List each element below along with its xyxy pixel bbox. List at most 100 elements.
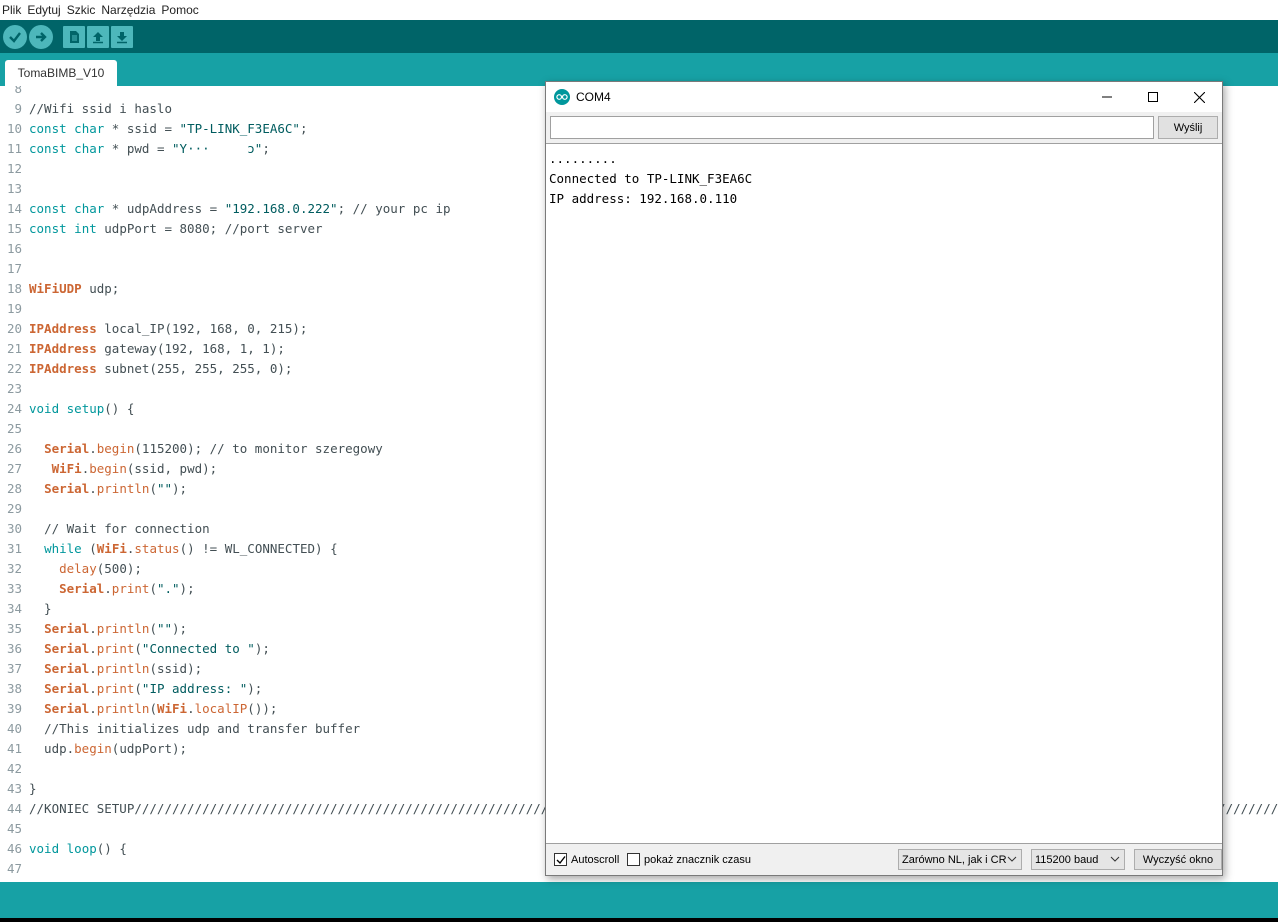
autoscroll-checkbox[interactable] xyxy=(554,853,567,866)
line-number: 38 xyxy=(6,680,22,696)
code-text: IPAddress subnet(255, 255, 255, 0); xyxy=(29,360,293,376)
line-number: 23 xyxy=(6,380,22,396)
line-number: 43 xyxy=(6,780,22,796)
send-button[interactable]: Wyślij xyxy=(1158,116,1218,139)
line-number: 17 xyxy=(6,260,22,276)
code-text: } xyxy=(29,600,52,616)
line-number: 39 xyxy=(6,700,22,716)
line-number: 42 xyxy=(6,760,22,776)
tab-sketch[interactable]: TomaBIMB_V10 xyxy=(5,60,117,86)
arrow-up-icon xyxy=(93,31,103,43)
line-number: 36 xyxy=(6,640,22,656)
line-number: 33 xyxy=(6,580,22,596)
line-number: 32 xyxy=(6,560,22,576)
menu-item-tools[interactable]: Narzędzia xyxy=(101,3,159,17)
autoscroll-label: Autoscroll xyxy=(571,853,620,866)
line-number: 21 xyxy=(6,340,22,356)
maximize-button[interactable] xyxy=(1130,82,1176,112)
line-number: 16 xyxy=(6,240,22,256)
line-ending-value: Zarówno NL, jak i CR xyxy=(902,853,1007,866)
serial-monitor-window: COM4 Wyślij ......... Connected to TP-LIN… xyxy=(545,81,1223,876)
line-number: 45 xyxy=(6,820,22,836)
code-text: } xyxy=(29,780,37,796)
menu-item-sketch[interactable]: Szkic xyxy=(67,3,100,17)
line-number: 12 xyxy=(6,160,22,176)
status-bar xyxy=(0,882,1278,918)
line-number: 26 xyxy=(6,440,22,456)
timestamp-toggle[interactable]: pokaż znacznik czasu xyxy=(627,853,751,866)
line-number: 20 xyxy=(6,320,22,336)
document-icon xyxy=(70,30,79,43)
code-text: Serial.print("."); xyxy=(59,580,195,596)
baud-rate-select[interactable]: 115200 baud xyxy=(1031,849,1125,870)
code-text: Serial.print("Connected to "); xyxy=(44,640,270,656)
arrow-down-icon xyxy=(117,31,127,43)
code-text: Serial.println(""); xyxy=(44,620,188,636)
code-text: const int udpPort = 8080; //port server xyxy=(29,220,323,236)
code-text: void setup() { xyxy=(29,400,135,416)
close-button[interactable] xyxy=(1176,82,1222,112)
line-number: 22 xyxy=(6,360,22,376)
timestamp-checkbox[interactable] xyxy=(627,853,640,866)
line-number: 24 xyxy=(6,400,22,416)
code-text: udp.begin(udpPort); xyxy=(29,740,188,756)
maximize-icon xyxy=(1148,92,1158,102)
line-number: 28 xyxy=(6,480,22,496)
serial-output-area[interactable]: ......... Connected to TP-LINK_F3EA6C IP a… xyxy=(546,143,1222,844)
chevron-down-icon xyxy=(1110,856,1120,862)
line-number: 47 xyxy=(6,860,22,876)
code-text: IPAddress gateway(192, 168, 1, 1); xyxy=(29,340,285,356)
menu-item-file[interactable]: Plik xyxy=(2,3,25,17)
line-number: 27 xyxy=(6,460,22,476)
line-number: 46 xyxy=(6,840,22,856)
line-number: 44 xyxy=(6,800,22,816)
line-number: 15 xyxy=(6,220,22,236)
baud-rate-value: 115200 baud xyxy=(1035,853,1099,866)
line-number: 19 xyxy=(6,300,22,316)
chevron-down-icon xyxy=(1007,856,1017,862)
line-number: 37 xyxy=(6,660,22,676)
verify-button[interactable] xyxy=(3,24,27,49)
code-text: //Wifi ssid i haslo xyxy=(29,100,172,116)
serial-monitor-title: COM4 xyxy=(576,90,611,104)
clear-output-button[interactable]: Wyczyść okno xyxy=(1134,849,1222,870)
code-text: const char * udpAddress = "192.168.0.222… xyxy=(29,200,451,216)
line-number: 41 xyxy=(6,740,22,756)
minimize-button[interactable] xyxy=(1084,82,1130,112)
arduino-logo-icon xyxy=(554,89,570,105)
code-text: Serial.println(""); xyxy=(44,480,188,496)
menu-item-edit[interactable]: Edytuj xyxy=(27,3,64,17)
open-button[interactable] xyxy=(87,25,109,48)
line-number: 9 xyxy=(14,100,22,116)
code-text: void loop() { xyxy=(29,840,127,856)
autoscroll-toggle[interactable]: Autoscroll xyxy=(554,853,619,866)
code-text: Serial.println(WiFi.localIP()); xyxy=(44,700,278,716)
line-number: 31 xyxy=(6,540,22,556)
line-number: 10 xyxy=(6,120,22,136)
save-button[interactable] xyxy=(111,25,133,48)
console-strip xyxy=(0,918,1278,922)
serial-send-input[interactable] xyxy=(550,116,1154,139)
line-ending-select[interactable]: Zarówno NL, jak i CR xyxy=(898,849,1022,870)
serial-output-line: IP address: 192.168.0.110 xyxy=(549,190,738,206)
close-icon xyxy=(1193,91,1205,103)
code-text: WiFiUDP udp; xyxy=(29,280,120,296)
line-number: 29 xyxy=(6,500,22,516)
serial-output-line: ......... xyxy=(549,150,617,166)
line-number: 30 xyxy=(6,520,22,536)
line-number: 34 xyxy=(6,600,22,616)
upload-button[interactable] xyxy=(29,24,53,49)
check-icon xyxy=(9,31,21,43)
menu-item-help[interactable]: Pomoc xyxy=(161,3,202,17)
arrow-right-icon xyxy=(36,31,47,42)
serial-monitor-footer: Autoscroll pokaż znacznik czasu Zarówno … xyxy=(546,844,1222,875)
serial-monitor-titlebar[interactable]: COM4 xyxy=(546,82,1222,112)
code-text: Serial.println(ssid); xyxy=(44,660,203,676)
code-text: const char * pwd = "Y··· ɔ"; xyxy=(29,140,270,156)
code-text: Serial.begin(115200); // to monitor szer… xyxy=(44,440,383,456)
serial-output-line: Connected to TP-LINK_F3EA6C xyxy=(549,170,753,186)
new-button[interactable] xyxy=(63,25,85,48)
code-text: IPAddress local_IP(192, 168, 0, 215); xyxy=(29,320,308,336)
line-number: 11 xyxy=(6,140,22,156)
code-text: WiFi.begin(ssid, pwd); xyxy=(51,460,218,476)
